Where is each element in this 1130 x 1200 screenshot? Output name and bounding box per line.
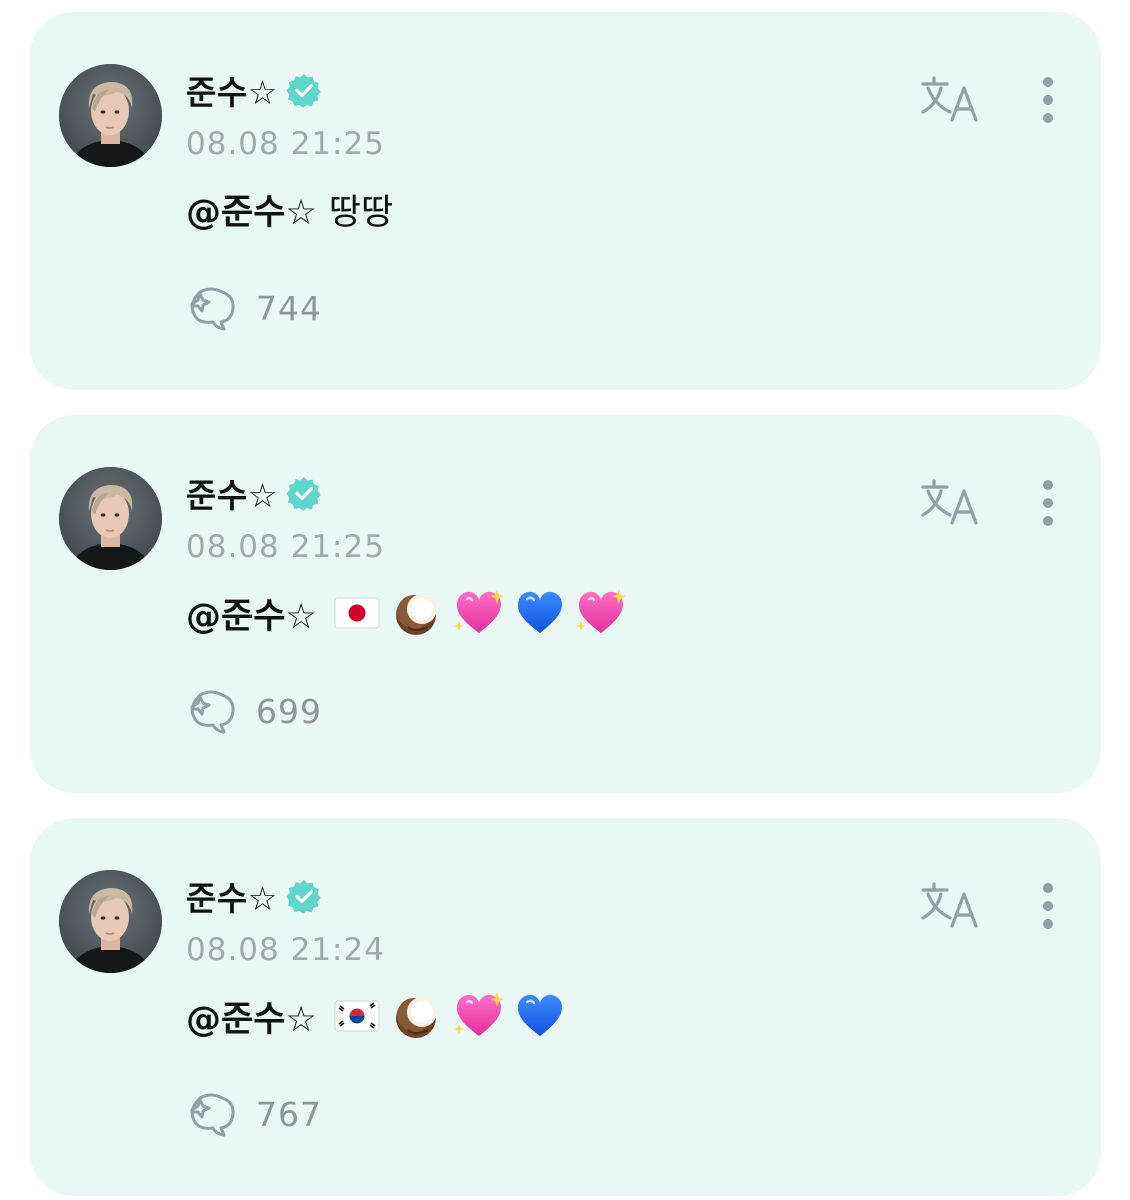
author-name[interactable]: 준수☆ [186,469,278,517]
translate-icon[interactable] [920,477,984,527]
reply-bubble-icon [186,284,240,332]
post-card[interactable]: 준수☆ 08.08 21:24 @준수☆ 767 [30,818,1101,1196]
emoji-row [331,587,636,639]
coconut-icon [392,587,444,639]
mention-link[interactable]: @준수☆ [186,184,317,235]
sparkling-heart-icon [453,587,505,639]
reply-count: 744 [256,288,322,328]
post-timestamp: 08.08 21:25 [186,529,385,565]
flag-japan-icon [331,587,383,639]
more-vertical-icon[interactable] [1036,479,1060,527]
author-name[interactable]: 준수☆ [186,66,278,114]
author-name[interactable]: 준수☆ [186,872,278,920]
more-vertical-icon[interactable] [1036,882,1060,930]
verified-badge-icon [286,72,322,108]
verified-badge-icon [286,878,322,914]
avatar[interactable] [59,467,162,570]
verified-badge-icon [286,475,322,511]
reply-button[interactable]: 744 [186,284,322,332]
post-card[interactable]: 준수☆ 08.08 21:25 @준수☆ 699 [30,415,1101,793]
flag-korea-icon [331,990,383,1042]
reply-count: 699 [256,691,322,731]
sparkling-heart-icon [575,587,627,639]
avatar[interactable] [59,870,162,973]
post-timestamp: 08.08 21:25 [186,126,385,162]
sparkling-heart-icon [453,990,505,1042]
mention-link[interactable]: @준수☆ [186,588,317,639]
reply-button[interactable]: 767 [186,1090,322,1138]
reply-button[interactable]: 699 [186,687,322,735]
reply-bubble-icon [186,1090,240,1138]
author-row: 준수☆ [186,68,322,112]
post-body: @준수☆ 땅땅 [186,184,393,235]
reply-bubble-icon [186,687,240,735]
coconut-icon [392,990,444,1042]
emoji-row [331,990,575,1042]
mention-link[interactable]: @준수☆ [186,991,317,1042]
avatar[interactable] [59,64,162,167]
author-row: 준수☆ [186,471,322,515]
blue-heart-icon [514,587,566,639]
translate-icon[interactable] [920,880,984,930]
blue-heart-icon [514,990,566,1042]
post-text: 땅땅 [328,193,394,233]
post-card[interactable]: 준수☆ 08.08 21:25 @준수☆ 땅땅 744 [30,12,1101,390]
translate-icon[interactable] [920,74,984,124]
more-vertical-icon[interactable] [1036,76,1060,124]
reply-count: 767 [256,1094,322,1134]
post-body: @준수☆ [186,990,575,1042]
post-timestamp: 08.08 21:24 [186,932,385,968]
author-row: 준수☆ [186,874,322,918]
post-body: @준수☆ [186,587,636,639]
